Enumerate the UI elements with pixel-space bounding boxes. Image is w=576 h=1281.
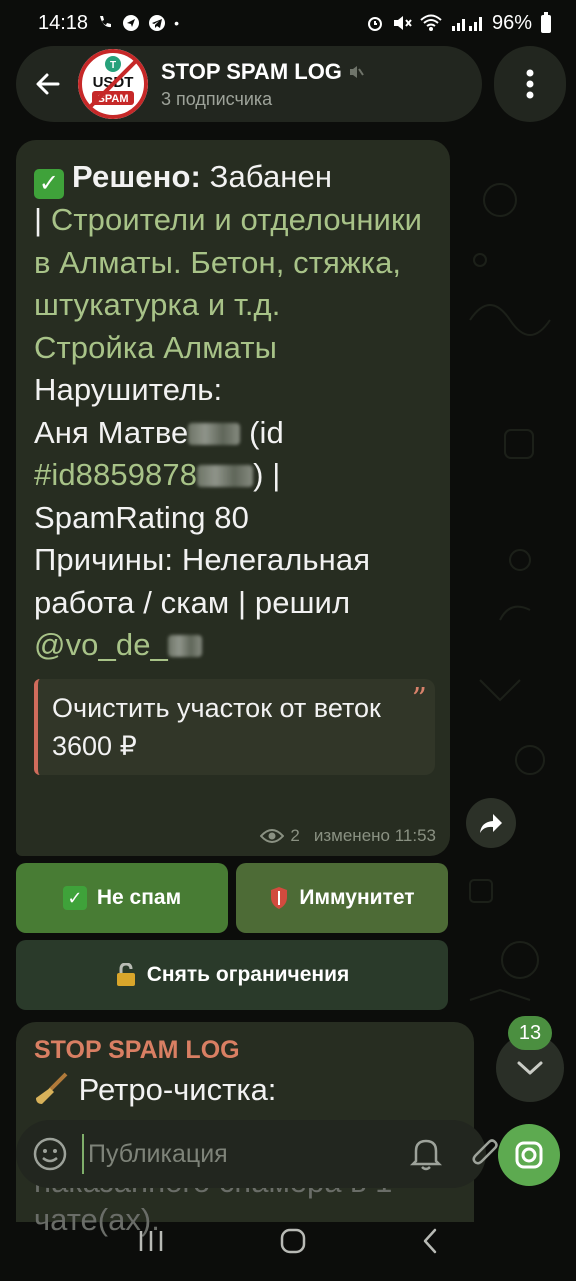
message-input[interactable]	[82, 1134, 410, 1174]
resolver-mention[interactable]: @vo_de_	[34, 627, 168, 662]
redacted-blur	[167, 635, 202, 657]
eye-icon	[260, 829, 285, 843]
home-icon[interactable]	[279, 1227, 307, 1255]
id-close: ) |	[253, 457, 281, 492]
check-mark-icon: ✓	[62, 886, 87, 910]
call-icon	[100, 16, 112, 28]
smiley-icon	[33, 1137, 67, 1171]
broom-icon	[36, 1072, 68, 1104]
emoji-button[interactable]	[32, 1134, 68, 1174]
status-bar: 14:18 • 96%	[0, 0, 576, 46]
signal-icon	[451, 17, 482, 31]
mute-icon	[393, 16, 412, 30]
message-2-text: Ретро-чистка:	[34, 1069, 456, 1111]
chevron-down-icon	[517, 1061, 543, 1075]
forward-button[interactable]	[466, 798, 516, 848]
message-bubble[interactable]: ✓ Решено: Забанен | Строители и отделочни…	[16, 140, 450, 856]
muted-speaker-icon	[349, 65, 364, 78]
not-spam-button[interactable]: ✓ Не спам	[16, 863, 228, 933]
violator-name: Аня Матве	[34, 414, 189, 450]
back-button[interactable]	[30, 66, 66, 102]
id-open: (id	[249, 414, 284, 450]
telegram-icon	[149, 15, 166, 31]
reply-quote[interactable]: Очистить участок от веток 3600 ₽ ”	[34, 678, 435, 775]
channel-title: STOP SPAM LOG	[161, 58, 342, 84]
remove-restrictions-label: Снять ограничения	[146, 963, 350, 986]
battery-icon	[541, 12, 551, 33]
camera-button[interactable]	[498, 1124, 560, 1186]
silent-broadcast-button[interactable]	[410, 1134, 442, 1174]
separator: |	[34, 202, 43, 237]
subscriber-count: 3 подписчика	[161, 88, 273, 109]
message-text: ✓ Решено: Забанен | Строители и отделочни…	[34, 156, 432, 667]
unlock-icon	[116, 963, 135, 986]
more-vertical-icon	[526, 69, 534, 99]
arrow-left-icon	[36, 73, 60, 95]
resolved-label: Решено:	[72, 159, 201, 194]
usdt-spam-logo: T USDT SPAM	[78, 49, 148, 119]
forward-arrow-icon	[480, 814, 502, 833]
recent-apps-icon[interactable]	[136, 1228, 166, 1254]
immunity-label: Иммунитет	[299, 886, 415, 909]
camera-icon	[515, 1141, 543, 1169]
unread-count-badge: 13	[508, 1016, 552, 1050]
sender-name: STOP SPAM LOG	[34, 1036, 240, 1064]
bell-icon	[410, 1139, 442, 1171]
channel-avatar[interactable]: T USDT SPAM	[78, 49, 148, 119]
resolved-value: Забанен	[209, 159, 333, 194]
more-menu-button[interactable]	[494, 46, 566, 122]
view-count: 2	[290, 826, 300, 845]
alarm-icon	[367, 17, 382, 31]
quote-mark-icon: ”	[411, 681, 427, 717]
navigation-icon	[123, 15, 140, 31]
quote-text: Очистить участок от веток 3600 ₽	[52, 692, 381, 761]
message-composer[interactable]	[16, 1120, 498, 1188]
reasons-text: Причины: Нелегальная работа / скам | реш…	[34, 542, 371, 620]
violator-label: Нарушитель:	[34, 372, 223, 407]
check-mark-icon: ✓	[34, 169, 64, 199]
wifi-icon	[420, 14, 442, 31]
not-spam-label: Не спам	[96, 886, 182, 909]
edited-timestamp: изменено 11:53	[313, 826, 436, 845]
redacted-blur	[188, 422, 241, 445]
chat-header[interactable]: T USDT SPAM STOP SPAM LOG 3 подписчика	[16, 46, 482, 122]
retro-clean-label: Ретро-чистка:	[78, 1072, 277, 1107]
violator-id-link[interactable]: #id8859878	[34, 457, 197, 492]
notification-dot-icon: •	[174, 15, 179, 31]
channel-title-row[interactable]: STOP SPAM LOG	[161, 59, 364, 85]
spam-rating: SpamRating 80	[34, 499, 249, 535]
back-nav-icon[interactable]	[420, 1227, 440, 1255]
chat-link-secondary[interactable]: Стройка Алматы	[34, 330, 277, 365]
redacted-blur	[197, 465, 254, 487]
svg-text:T: T	[110, 60, 116, 71]
chat-link[interactable]: Строители и отделочники в Алматы. Бетон,…	[34, 202, 422, 322]
status-time: 14:18	[38, 11, 89, 34]
message-meta: 2 изменено 11:53	[260, 826, 436, 846]
battery-percent: 96%	[491, 11, 532, 34]
immunity-button[interactable]: Иммунитет	[236, 863, 448, 933]
shield-icon	[271, 887, 288, 909]
system-navigation-bar	[0, 1200, 576, 1281]
remove-restrictions-button[interactable]: Снять ограничения	[16, 940, 448, 1010]
